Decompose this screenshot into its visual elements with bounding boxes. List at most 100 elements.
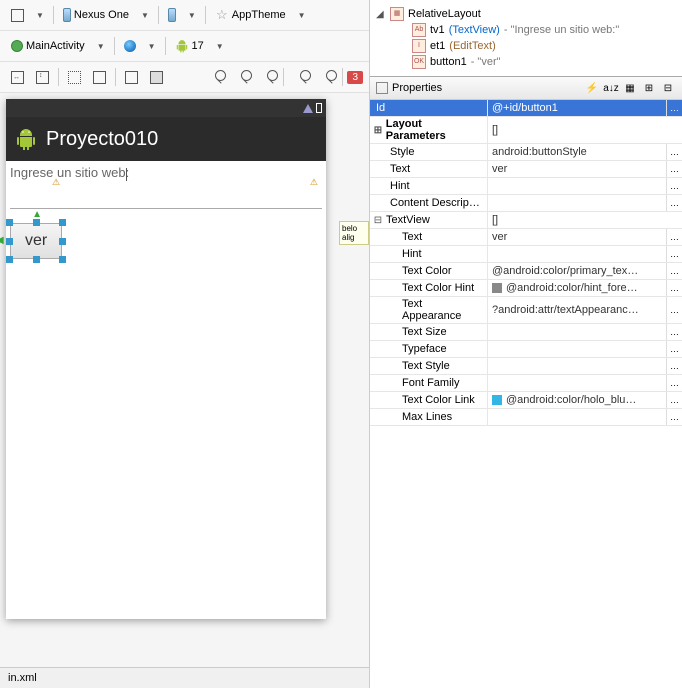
design-canvas[interactable]: Proyecto010 Ingrese un sitio web: ⚠ ⚠ ◀ … xyxy=(0,93,369,667)
property-value[interactable]: @+id/button1 xyxy=(488,100,666,116)
property-value[interactable] xyxy=(488,324,666,340)
property-row-hint[interactable]: Hint … xyxy=(370,178,682,195)
property-more-button[interactable]: … xyxy=(666,195,682,211)
outline-node-root[interactable]: ◢ ▦ RelativeLayout xyxy=(374,6,678,22)
property-more-button[interactable]: … xyxy=(666,229,682,245)
property-row-tv-text[interactable]: Text ver … xyxy=(370,229,682,246)
api-dropdown[interactable]: ▼ xyxy=(211,35,229,57)
property-row-style[interactable]: Style android:buttonStyle … xyxy=(370,144,682,161)
layout-config-dropdown[interactable]: ▼ xyxy=(31,4,49,26)
property-value[interactable]: [] xyxy=(488,212,682,228)
property-row-textview-group[interactable]: ⊟TextView [] xyxy=(370,212,682,229)
property-more-button[interactable]: … xyxy=(666,144,682,160)
locale-button[interactable] xyxy=(119,35,141,57)
activity-dropdown[interactable]: ▼ xyxy=(92,35,110,57)
property-value[interactable] xyxy=(488,409,666,425)
property-more-button[interactable]: … xyxy=(666,341,682,357)
property-value[interactable]: ver xyxy=(488,229,666,245)
property-row-text-size[interactable]: Text Size … xyxy=(370,324,682,341)
property-more-button[interactable]: … xyxy=(666,280,682,296)
property-value[interactable] xyxy=(488,375,666,391)
property-value[interactable]: @android:color/primary_tex… xyxy=(488,263,666,279)
property-more-button[interactable]: … xyxy=(666,324,682,340)
activity-selector[interactable]: MainActivity xyxy=(6,35,90,57)
bounds-button[interactable] xyxy=(63,66,86,88)
property-more-button[interactable]: … xyxy=(666,178,682,194)
property-value[interactable]: ?android:attr/textAppearanc… xyxy=(488,297,666,323)
zoom-reset-button[interactable] xyxy=(229,66,253,88)
property-more-button[interactable]: … xyxy=(666,161,682,177)
property-more-button[interactable]: … xyxy=(666,297,682,323)
resize-handle[interactable] xyxy=(6,256,13,263)
property-row-text-color[interactable]: Text Color @android:color/primary_tex… … xyxy=(370,263,682,280)
mask-button[interactable] xyxy=(145,66,168,88)
property-row-font-family[interactable]: Font Family … xyxy=(370,375,682,392)
property-value[interactable] xyxy=(488,358,666,374)
device-dropdown[interactable]: ▼ xyxy=(136,4,154,26)
property-row-text-style[interactable]: Text Style … xyxy=(370,358,682,375)
property-row-content-desc[interactable]: Content Descrip… … xyxy=(370,195,682,212)
align-top-button[interactable]: ↕ xyxy=(31,66,54,88)
property-more-button[interactable]: … xyxy=(666,100,682,116)
lint-marker[interactable]: belo alig xyxy=(339,221,369,245)
zoom-fit-button[interactable] xyxy=(203,66,227,88)
property-row-text[interactable]: Text ver … xyxy=(370,161,682,178)
resize-handle[interactable] xyxy=(59,238,66,245)
property-value[interactable]: android:buttonStyle xyxy=(488,144,666,160)
property-value[interactable]: @android:color/hint_fore… xyxy=(506,282,638,294)
property-row-layout-params[interactable]: ⊞Layout Parameters [] xyxy=(370,117,682,144)
filter-button[interactable]: ⚡ xyxy=(584,80,600,96)
expand-all-button[interactable]: ⊞ xyxy=(641,80,657,96)
zoom-in-button[interactable] xyxy=(314,66,338,88)
property-more-button[interactable]: … xyxy=(666,246,682,262)
layout-config-button[interactable] xyxy=(6,4,29,26)
property-row-typeface[interactable]: Typeface … xyxy=(370,341,682,358)
property-row-tv-hint[interactable]: Hint … xyxy=(370,246,682,263)
resize-handle[interactable] xyxy=(59,256,66,263)
expand-icon[interactable]: ⊞ xyxy=(372,125,384,136)
zoom-100-button[interactable] xyxy=(255,66,279,88)
property-more-button[interactable]: … xyxy=(666,358,682,374)
property-row-max-lines[interactable]: Max Lines … xyxy=(370,409,682,426)
property-row-id[interactable]: Id @+id/button1 … xyxy=(370,100,682,117)
property-value[interactable] xyxy=(488,178,666,194)
property-row-text-color-link[interactable]: Text Color Link @android:color/holo_blu…… xyxy=(370,392,682,409)
resize-handle[interactable] xyxy=(59,219,66,226)
collapse-all-button[interactable]: ⊟ xyxy=(660,80,676,96)
property-value[interactable]: @android:color/holo_blu… xyxy=(506,394,636,406)
property-row-text-appearance[interactable]: Text Appearance ?android:attr/textAppear… xyxy=(370,297,682,324)
resize-handle[interactable] xyxy=(6,219,13,226)
grid-button[interactable] xyxy=(88,66,111,88)
align-left-button[interactable]: ↔ xyxy=(6,66,29,88)
property-value[interactable] xyxy=(488,341,666,357)
property-more-button[interactable]: … xyxy=(666,392,682,408)
property-more-button[interactable]: … xyxy=(666,409,682,425)
zoom-out-button[interactable] xyxy=(288,66,312,88)
resize-handle[interactable] xyxy=(33,256,40,263)
editor-tab[interactable]: in.xml xyxy=(0,667,369,688)
outline-node-tv[interactable]: Ab tv1 (TextView) - "Ingrese un sitio we… xyxy=(374,22,678,38)
orientation-button[interactable] xyxy=(163,4,181,26)
outline-node-button[interactable]: OK button1 - "ver" xyxy=(374,54,678,70)
locale-dropdown[interactable]: ▼ xyxy=(143,35,161,57)
outline-node-et[interactable]: I et1 (EditText) xyxy=(374,38,678,54)
collapse-icon[interactable]: ⊟ xyxy=(372,215,384,226)
button-widget-selected[interactable]: ◀ ▲ ver xyxy=(10,223,62,259)
theme-dropdown[interactable]: ▼ xyxy=(293,4,311,26)
api-selector[interactable]: 17 xyxy=(170,35,209,57)
edittext-widget[interactable]: ⚠ ⚠ xyxy=(10,185,322,209)
property-row-text-color-hint[interactable]: Text Color Hint @android:color/hint_fore… xyxy=(370,280,682,297)
theme-selector[interactable]: ☆ AppTheme xyxy=(210,4,291,26)
textview-widget[interactable]: Ingrese un sitio web: xyxy=(10,165,129,180)
property-value[interactable]: [] xyxy=(488,117,682,143)
property-value[interactable] xyxy=(488,246,666,262)
device-selector[interactable]: Nexus One xyxy=(58,4,134,26)
warning-badge[interactable]: 3 xyxy=(347,71,363,84)
orientation-dropdown[interactable]: ▼ xyxy=(183,4,201,26)
clip-button[interactable] xyxy=(120,66,143,88)
property-more-button[interactable]: … xyxy=(666,375,682,391)
expander-icon[interactable]: ◢ xyxy=(376,9,386,20)
property-value[interactable]: ver xyxy=(488,161,666,177)
resize-handle[interactable] xyxy=(33,219,40,226)
show-advanced-button[interactable]: ▦ xyxy=(622,80,638,96)
